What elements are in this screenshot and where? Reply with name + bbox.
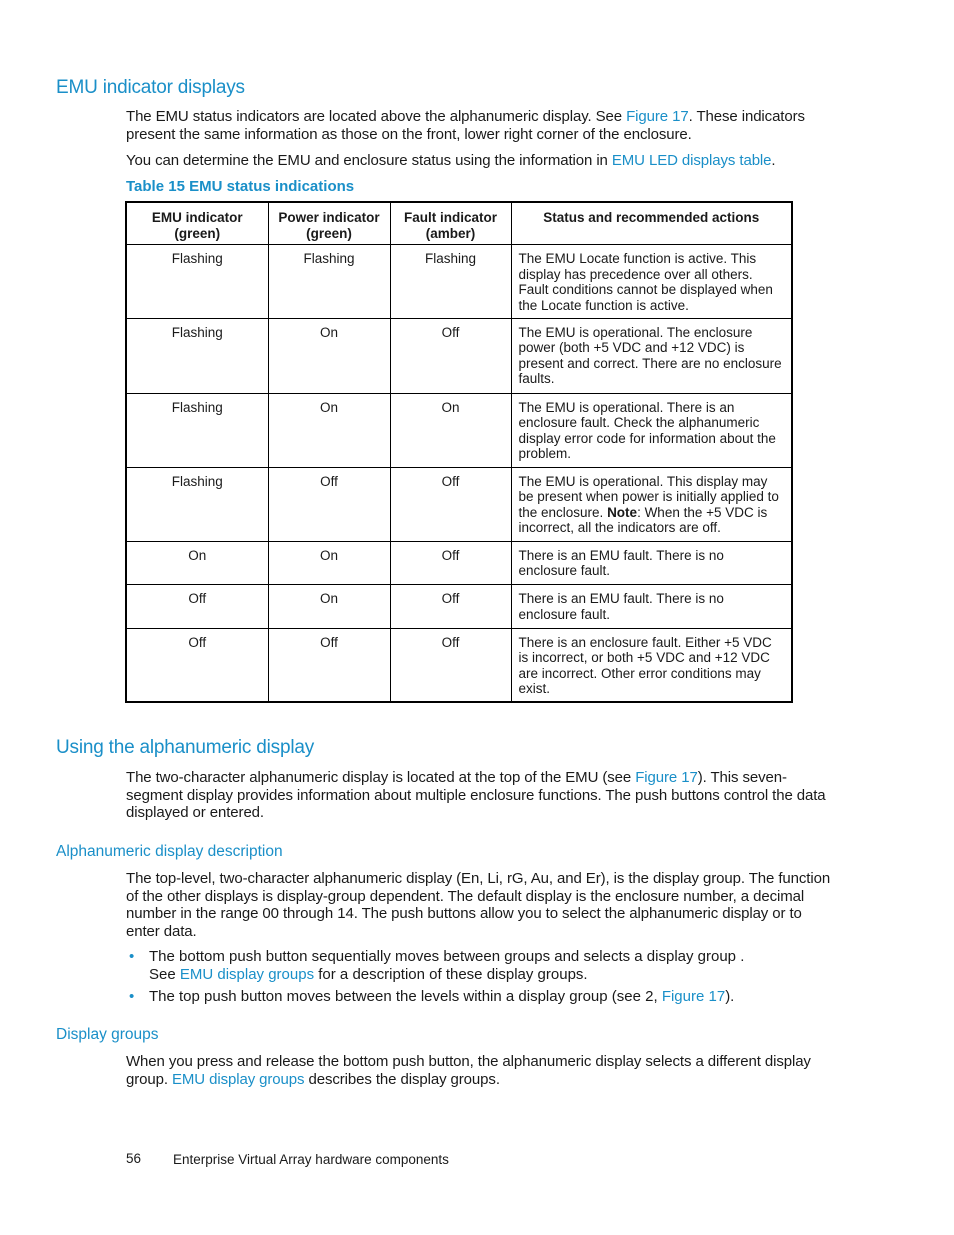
cell-power: Off xyxy=(267,627,391,703)
figure-17-link[interactable]: Figure 17 xyxy=(635,769,698,786)
cell-power: On xyxy=(267,584,391,629)
figure-17-link[interactable]: Figure 17 xyxy=(662,988,725,1005)
cell-emu: On xyxy=(125,540,269,586)
cell-status: The EMU is operational. This display may… xyxy=(510,466,793,542)
cell-fault: Off xyxy=(389,540,512,586)
bullet-icon: • xyxy=(129,988,135,1005)
text: You can determine the EMU and enclosure … xyxy=(126,152,612,169)
table-row: Off On Off There is an EMU fault. There … xyxy=(125,584,793,629)
cell-status: There is an enclosure fault. Either +5 V… xyxy=(510,627,793,703)
table-row: Flashing Off Off The EMU is operational.… xyxy=(125,466,793,542)
cell-power: Off xyxy=(267,466,391,542)
table-caption: Table 15 EMU status indications xyxy=(126,178,355,195)
cell-power: Flashing xyxy=(267,244,391,319)
section-heading-using-alphanumeric-display: Using the alphanumeric display xyxy=(56,737,315,758)
column-header-power-indicator: Power indicator (green) xyxy=(267,201,391,245)
text: for a description of these display group… xyxy=(314,965,588,983)
text: ). xyxy=(725,988,735,1005)
display-groups-paragraph: When you press and release the bottom pu… xyxy=(126,1053,836,1088)
table-row: Off Off Off There is an enclosure fault.… xyxy=(125,627,793,703)
column-header-emu-indicator: EMU indicator (green) xyxy=(125,201,269,245)
alphanumeric-paragraph: The two-character alphanumeric display i… xyxy=(126,769,826,822)
table-header-row: EMU indicator (green) Power indicator (g… xyxy=(125,201,793,245)
text: The EMU status indicators are located ab… xyxy=(126,108,627,125)
text: . xyxy=(771,152,776,169)
chapter-title: Enterprise Virtual Array hardware compon… xyxy=(173,1152,449,1167)
cell-emu: Off xyxy=(125,627,269,703)
cell-status: The EMU is operational. The enclosure po… xyxy=(510,317,793,394)
cell-fault: Off xyxy=(389,466,512,542)
text: The two-character alphanumeric display i… xyxy=(126,769,636,786)
table-row: Flashing On On The EMU is operational. T… xyxy=(125,392,793,468)
text: The top push button moves between the le… xyxy=(149,988,662,1005)
cell-fault: Off xyxy=(389,584,512,629)
table-row: Flashing Flashing Flashing The EMU Locat… xyxy=(125,244,793,319)
cell-fault: Flashing xyxy=(389,244,512,319)
note-label: Note xyxy=(607,504,638,520)
section-heading-emu-indicator-displays: EMU indicator displays xyxy=(56,77,245,98)
page-number: 56 xyxy=(126,1151,142,1166)
column-header-fault-indicator: Fault indicator (amber) xyxy=(389,201,512,245)
list-item: • The bottom push button sequentially mov… xyxy=(126,948,826,983)
cell-status: There is an EMU fault. There is no enclo… xyxy=(510,540,793,586)
emu-status-table: EMU indicator (green) Power indicator (g… xyxy=(125,201,793,703)
cell-emu: Flashing xyxy=(125,392,269,468)
column-header-status: Status and recommended actions xyxy=(510,201,793,245)
cell-emu: Off xyxy=(125,584,269,629)
cell-emu: Flashing xyxy=(125,244,269,319)
list-item: • The top push button moves between the l… xyxy=(126,988,826,1006)
cell-fault: On xyxy=(389,392,512,468)
cell-status: There is an EMU fault. There is no enclo… xyxy=(510,584,793,629)
emu-display-groups-link[interactable]: EMU display groups xyxy=(172,1071,305,1088)
cell-status: The EMU is operational. There is an encl… xyxy=(510,392,793,468)
cell-power: On xyxy=(267,540,391,586)
emu-display-groups-link[interactable]: EMU display groups xyxy=(180,966,314,983)
table-row: Flashing On Off The EMU is operational. … xyxy=(125,317,793,394)
cell-emu: Flashing xyxy=(125,466,269,542)
bullet-list: • The bottom push button sequentially mov… xyxy=(126,948,826,1011)
text: describes the display groups. xyxy=(304,1070,500,1088)
cell-power: On xyxy=(267,317,391,394)
intro-paragraph: The EMU status indicators are located ab… xyxy=(126,108,826,143)
emu-led-displays-table-link[interactable]: EMU LED displays table xyxy=(612,152,772,169)
status-paragraph: You can determine the EMU and enclosure … xyxy=(126,152,826,170)
subsection-heading-display-groups: Display groups xyxy=(56,1026,159,1043)
bullet-icon: • xyxy=(129,948,135,965)
cell-power: On xyxy=(267,392,391,468)
cell-fault: Off xyxy=(389,317,512,394)
cell-status: The EMU Locate function is active. This … xyxy=(510,244,793,319)
figure-17-link[interactable]: Figure 17 xyxy=(626,108,689,125)
cell-emu: Flashing xyxy=(125,317,269,394)
subsection-heading-alphanumeric-display-description: Alphanumeric display description xyxy=(56,843,283,860)
description-paragraph: The top-level, two-character alphanumeri… xyxy=(126,870,831,940)
cell-fault: Off xyxy=(389,627,512,703)
table-row: On On Off There is an EMU fault. There i… xyxy=(125,540,793,586)
